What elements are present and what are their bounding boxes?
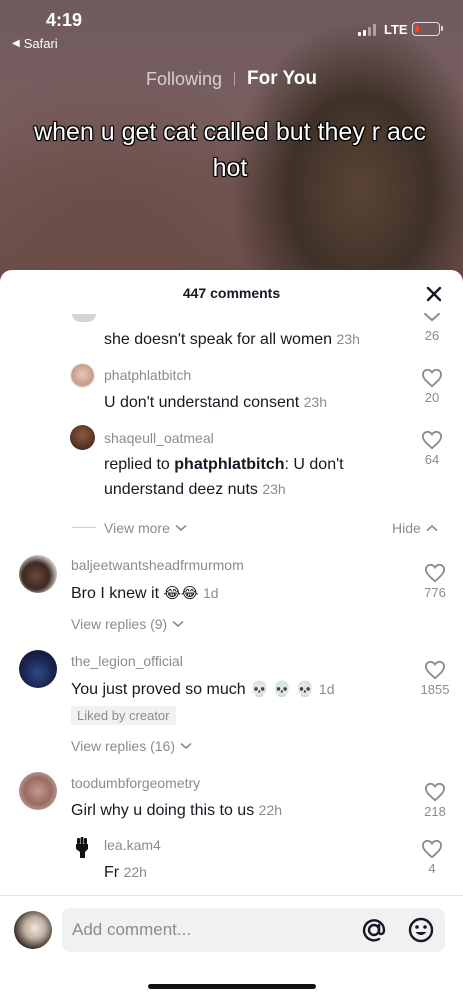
comment-text: U don't understand consent 23h bbox=[104, 394, 327, 411]
like-count: 20 bbox=[424, 390, 440, 405]
chevron-down-icon bbox=[424, 313, 440, 322]
comment-username[interactable]: lea.kam4 bbox=[104, 837, 161, 853]
comment-time: 1d bbox=[203, 585, 219, 601]
heart-outline-icon bbox=[424, 782, 446, 802]
video-background[interactable]: 4:19 ◀ Safari LTE Following For You when… bbox=[0, 0, 463, 290]
heart-outline-icon bbox=[424, 563, 446, 583]
like-count: 776 bbox=[424, 585, 446, 600]
like-count: 4 bbox=[428, 861, 436, 876]
comment-username[interactable]: toodumbforgeometry bbox=[71, 775, 200, 791]
close-icon bbox=[426, 286, 442, 302]
comment-username[interactable]: baljeetwantsheadfrmurmom bbox=[71, 557, 244, 573]
comment-time: 22h bbox=[123, 864, 147, 880]
comment-text: You just proved so much 💀 💀 💀 1d bbox=[71, 681, 335, 698]
like-count: 218 bbox=[424, 804, 446, 819]
avatar[interactable] bbox=[19, 555, 57, 593]
at-icon[interactable] bbox=[360, 916, 388, 944]
heart-outline-icon bbox=[421, 368, 443, 388]
comment-time: 23h bbox=[262, 481, 286, 497]
laughing-emoji-icon: 😂😂 bbox=[163, 585, 199, 602]
comment-username[interactable]: shaqeull_oatmeal bbox=[104, 430, 214, 446]
avatar[interactable] bbox=[72, 314, 96, 322]
comments-count-title: 447 comments bbox=[182, 285, 281, 301]
skull-emoji-icon: 💀 💀 💀 bbox=[250, 681, 315, 698]
close-button[interactable] bbox=[423, 283, 445, 305]
comment-text: Bro I knew it 😂😂 1d bbox=[71, 585, 219, 602]
back-app-label: Safari bbox=[23, 36, 58, 51]
avatar[interactable] bbox=[19, 772, 57, 810]
chevron-down-icon bbox=[172, 620, 184, 628]
like-button[interactable]: 20 bbox=[417, 368, 447, 405]
raised-fist-icon bbox=[76, 837, 88, 858]
avatar[interactable] bbox=[19, 650, 57, 688]
comment-text: Fr 22h bbox=[104, 864, 147, 881]
comment-time: 23h bbox=[303, 394, 327, 410]
comment-input-box[interactable] bbox=[62, 908, 445, 952]
comment-username[interactable]: the_legion_official bbox=[71, 653, 183, 669]
comment-time: 22h bbox=[258, 802, 283, 818]
comment-text: Girl why u doing this to us 22h bbox=[71, 802, 283, 819]
comment-text: she doesn't speak for all women 23h bbox=[104, 331, 360, 348]
like-count: 26 bbox=[424, 328, 440, 343]
avatar[interactable] bbox=[70, 363, 95, 388]
home-indicator[interactable] bbox=[148, 984, 316, 989]
back-to-safari[interactable]: ◀ Safari bbox=[12, 36, 58, 51]
like-button[interactable]: 218 bbox=[420, 782, 450, 819]
hide-button[interactable]: Hide bbox=[392, 520, 438, 536]
heart-outline-icon bbox=[421, 839, 443, 859]
like-button[interactable]: 4 bbox=[417, 839, 447, 876]
tab-following[interactable]: Following bbox=[146, 69, 222, 90]
chevron-down-icon bbox=[180, 742, 192, 750]
chevron-down-icon bbox=[175, 524, 187, 532]
network-label: LTE bbox=[384, 22, 408, 37]
feed-tabs: Following For You bbox=[0, 68, 463, 90]
like-button[interactable]: 26 bbox=[417, 312, 447, 343]
battery-icon bbox=[412, 22, 443, 36]
comment-time: 23h bbox=[336, 331, 360, 347]
status-time: 4:19 bbox=[46, 10, 83, 30]
like-count: 64 bbox=[424, 452, 440, 467]
smiley-icon[interactable] bbox=[407, 916, 435, 944]
comment-input[interactable] bbox=[72, 908, 352, 952]
chevron-up-icon bbox=[426, 524, 438, 532]
comment-time: 1d bbox=[318, 681, 335, 697]
my-avatar[interactable] bbox=[14, 911, 52, 949]
video-caption: when u get cat called but they r acc hot bbox=[34, 118, 426, 182]
comment-text: replied to phatphlatbitch: U don't under… bbox=[104, 456, 344, 498]
view-replies-button[interactable]: View replies (16) bbox=[71, 738, 192, 754]
status-bar: 4:19 ◀ Safari LTE bbox=[0, 0, 463, 56]
like-button[interactable]: 1855 bbox=[420, 660, 450, 697]
like-button[interactable]: 776 bbox=[420, 563, 450, 600]
comments-sheet: 447 comments she doesn't speak for all w… bbox=[0, 270, 463, 1000]
view-more-divider bbox=[72, 527, 96, 528]
liked-by-creator-badge: Liked by creator bbox=[71, 706, 176, 725]
view-more-button[interactable]: View more bbox=[104, 520, 187, 536]
like-button[interactable]: 64 bbox=[417, 430, 447, 467]
signal-icon bbox=[358, 24, 376, 36]
heart-outline-icon bbox=[421, 430, 443, 450]
like-count: 1855 bbox=[420, 682, 450, 697]
heart-outline-icon bbox=[424, 660, 446, 680]
tab-divider bbox=[234, 72, 235, 86]
comment-username[interactable]: phatphlatbitch bbox=[104, 367, 191, 383]
avatar[interactable] bbox=[70, 835, 95, 860]
tab-for-you[interactable]: For You bbox=[247, 68, 317, 90]
back-triangle-icon: ◀ bbox=[12, 38, 20, 49]
reply-to-username[interactable]: phatphlatbitch bbox=[174, 456, 284, 473]
view-replies-button[interactable]: View replies (9) bbox=[71, 616, 184, 632]
avatar[interactable] bbox=[70, 425, 95, 450]
